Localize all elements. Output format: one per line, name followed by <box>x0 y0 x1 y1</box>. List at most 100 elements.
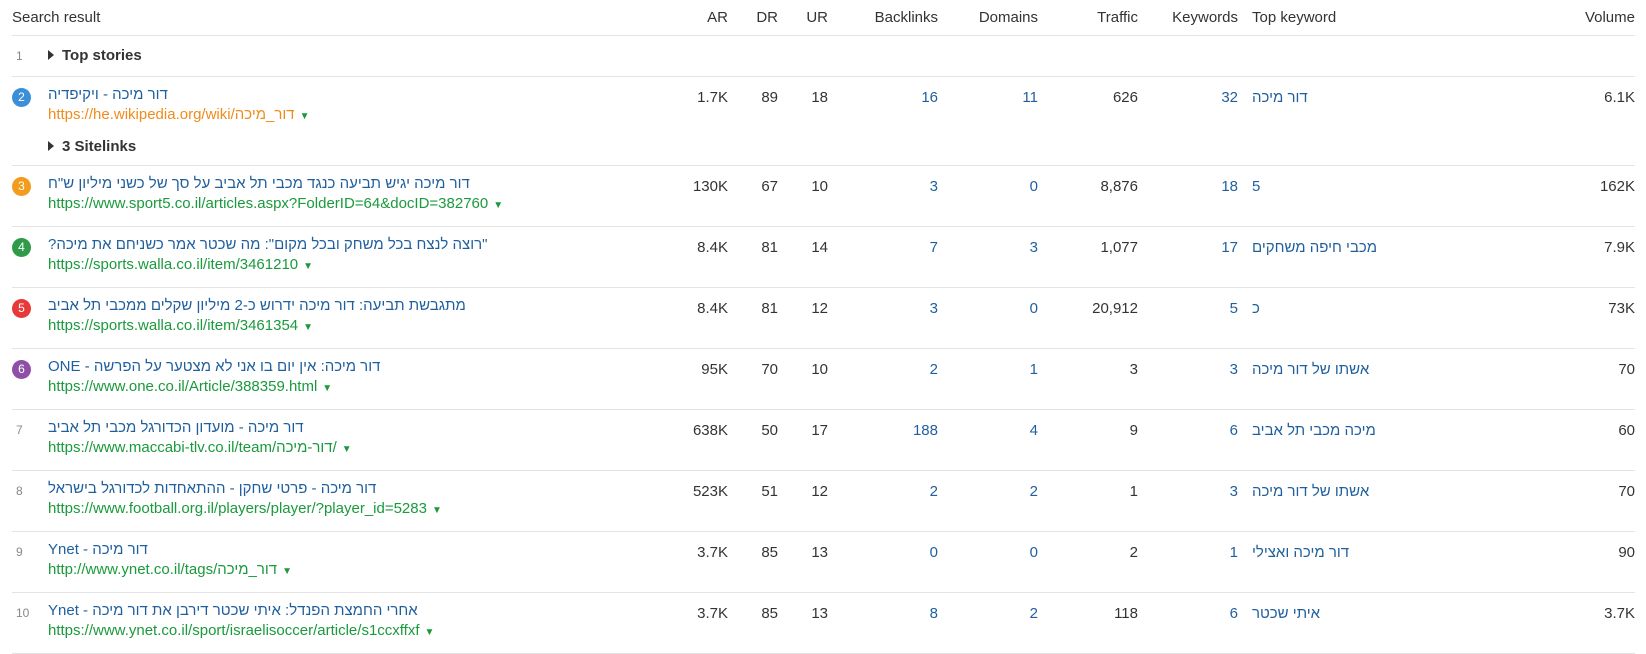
keywords-link[interactable]: 3 <box>1138 470 1238 532</box>
result-url-text[interactable]: https://www.one.co.il/Article/388359.htm… <box>48 378 317 395</box>
table-row: 10 אחרי החמצת הפנדל: איתי שכטר דירבן את … <box>12 592 1635 654</box>
ur-value: 18 <box>778 76 828 166</box>
keywords-link[interactable]: 1 <box>1138 531 1238 593</box>
header-search-result[interactable]: Search result <box>12 0 618 36</box>
header-ur[interactable]: UR <box>778 0 828 36</box>
domains-link[interactable]: 0 <box>938 165 1038 227</box>
keywords-link[interactable]: 3 <box>1138 348 1238 410</box>
ar-value: 95K <box>618 348 728 410</box>
caret-down-icon[interactable]: ▼ <box>342 440 352 460</box>
backlinks-link[interactable]: 188 <box>828 409 938 471</box>
domains-link[interactable]: 0 <box>938 287 1038 349</box>
ar-value: 130K <box>618 165 728 227</box>
result-title-link[interactable]: דור מיכה - מועדון הכדורגל מכבי תל אביב <box>48 418 618 438</box>
top-stories-toggle[interactable]: Top stories <box>48 36 1635 76</box>
keywords-link[interactable]: 18 <box>1138 165 1238 227</box>
triangle-right-icon <box>48 141 54 152</box>
domains-link[interactable]: 4 <box>938 409 1038 471</box>
result-url[interactable]: https://he.wikipedia.org/wiki/דור_מיכה ▼ <box>48 105 618 127</box>
domains-link[interactable]: 11 <box>938 76 1038 166</box>
result-url[interactable]: https://www.ynet.co.il/sport/israelisocc… <box>48 621 618 643</box>
domains-link[interactable]: 1 <box>938 348 1038 410</box>
caret-down-icon[interactable]: ▼ <box>322 379 332 399</box>
top-keyword-link[interactable]: 5 <box>1238 165 1448 227</box>
keywords-link[interactable]: 6 <box>1138 592 1238 654</box>
caret-down-icon[interactable]: ▼ <box>493 196 503 216</box>
traffic-value: 1 <box>1038 470 1138 532</box>
result-url-text[interactable]: https://sports.walla.co.il/item/3461354 <box>48 317 298 334</box>
result-title-link[interactable]: דור מיכה: אין יום בו אני לא מצטער על הפר… <box>48 357 618 377</box>
result-title-link[interactable]: דור מיכה - ויקיפדיה <box>48 85 618 105</box>
caret-down-icon[interactable]: ▼ <box>432 501 442 521</box>
top-keyword-link[interactable]: איתי שכטר <box>1238 592 1448 654</box>
traffic-value: 626 <box>1038 76 1138 166</box>
domains-link[interactable]: 0 <box>938 531 1038 593</box>
result-url[interactable]: https://sports.walla.co.il/item/3461210 ▼ <box>48 255 618 277</box>
result-title-link[interactable]: "רוצה לנצח בכל משחק ובכל מקום": מה שכטר … <box>48 235 618 255</box>
position-number: 7 <box>16 423 23 437</box>
result-url[interactable]: https://sports.walla.co.il/item/3461354 ▼ <box>48 316 618 338</box>
table-row: 9 דור מיכה - Ynet http://www.ynet.co.il/… <box>12 531 1635 593</box>
keywords-link[interactable]: 32 <box>1138 76 1238 166</box>
result-url-text[interactable]: https://he.wikipedia.org/wiki/דור_מיכה <box>48 106 295 123</box>
result-url-text[interactable]: http://www.ynet.co.il/tags/דור_מיכה <box>48 561 277 578</box>
result-url-text[interactable]: https://www.sport5.co.il/articles.aspx?F… <box>48 195 488 212</box>
result-url[interactable]: http://www.ynet.co.il/tags/דור_מיכה ▼ <box>48 560 618 582</box>
top-keyword-link[interactable]: כ <box>1238 287 1448 349</box>
backlinks-link[interactable]: 8 <box>828 592 938 654</box>
keywords-link[interactable]: 6 <box>1138 409 1238 471</box>
backlinks-link[interactable]: 2 <box>828 348 938 410</box>
caret-down-icon[interactable]: ▼ <box>303 257 313 277</box>
ur-value: 13 <box>778 592 828 654</box>
position-badge: 5 <box>12 299 31 318</box>
result-url[interactable]: https://www.sport5.co.il/articles.aspx?F… <box>48 194 618 216</box>
result-url[interactable]: https://www.maccabi-tlv.co.il/team/דור-מ… <box>48 438 618 460</box>
domains-link[interactable]: 2 <box>938 592 1038 654</box>
header-ar[interactable]: AR <box>618 0 728 36</box>
result-url-text[interactable]: https://www.football.org.il/players/play… <box>48 500 427 517</box>
backlinks-link[interactable]: 3 <box>828 165 938 227</box>
caret-down-icon[interactable]: ▼ <box>300 107 310 127</box>
header-volume[interactable]: Volume <box>1448 0 1635 36</box>
header-dr[interactable]: DR <box>728 0 778 36</box>
position-number: 9 <box>16 545 23 559</box>
ur-value: 10 <box>778 165 828 227</box>
position-badge: 3 <box>12 177 31 196</box>
result-title-link[interactable]: מתגבשת תביעה: דור מיכה ידרוש כ-2 מיליון … <box>48 296 618 316</box>
result-title-link[interactable]: דור מיכה - Ynet <box>48 540 618 560</box>
sitelinks-toggle[interactable]: 3 Sitelinks <box>48 127 618 165</box>
caret-down-icon[interactable]: ▼ <box>425 623 435 643</box>
caret-down-icon[interactable]: ▼ <box>303 318 313 338</box>
top-keyword-link[interactable]: דור מיכה ואצילי <box>1238 531 1448 593</box>
backlinks-link[interactable]: 3 <box>828 287 938 349</box>
domains-link[interactable]: 2 <box>938 470 1038 532</box>
keywords-link[interactable]: 17 <box>1138 226 1238 288</box>
top-keyword-link[interactable]: אשתו של דור מיכה <box>1238 470 1448 532</box>
result-url-text[interactable]: https://www.maccabi-tlv.co.il/team/דור-מ… <box>48 439 337 456</box>
top-keyword-link[interactable]: מכבי חיפה משחקים <box>1238 226 1448 288</box>
result-url[interactable]: https://www.one.co.il/Article/388359.htm… <box>48 377 618 399</box>
volume-value: 73K <box>1448 287 1635 349</box>
result-title-link[interactable]: דור מיכה - פרטי שחקן - ההתאחדות לכדורגל … <box>48 479 618 499</box>
result-url-text[interactable]: https://www.ynet.co.il/sport/israelisocc… <box>48 622 420 639</box>
top-keyword-link[interactable]: מיכה מכבי תל אביב <box>1238 409 1448 471</box>
header-traffic[interactable]: Traffic <box>1038 0 1138 36</box>
backlinks-link[interactable]: 7 <box>828 226 938 288</box>
backlinks-link[interactable]: 16 <box>828 76 938 166</box>
result-title-link[interactable]: אחרי החמצת הפנדל: איתי שכטר דירבן את דור… <box>48 601 618 621</box>
header-domains[interactable]: Domains <box>938 0 1038 36</box>
traffic-value: 9 <box>1038 409 1138 471</box>
keywords-link[interactable]: 5 <box>1138 287 1238 349</box>
top-keyword-link[interactable]: אשתו של דור מיכה <box>1238 348 1448 410</box>
result-url[interactable]: https://www.football.org.il/players/play… <box>48 499 618 521</box>
header-backlinks[interactable]: Backlinks <box>828 0 938 36</box>
domains-link[interactable]: 3 <box>938 226 1038 288</box>
caret-down-icon[interactable]: ▼ <box>282 562 292 582</box>
header-keywords[interactable]: Keywords <box>1138 0 1238 36</box>
result-url-text[interactable]: https://sports.walla.co.il/item/3461210 <box>48 256 298 273</box>
backlinks-link[interactable]: 2 <box>828 470 938 532</box>
backlinks-link[interactable]: 0 <box>828 531 938 593</box>
result-title-link[interactable]: דור מיכה יגיש תביעה כנגד מכבי תל אביב על… <box>48 174 618 194</box>
header-top-keyword[interactable]: Top keyword <box>1238 0 1448 36</box>
top-keyword-link[interactable]: דור מיכה <box>1238 76 1448 166</box>
